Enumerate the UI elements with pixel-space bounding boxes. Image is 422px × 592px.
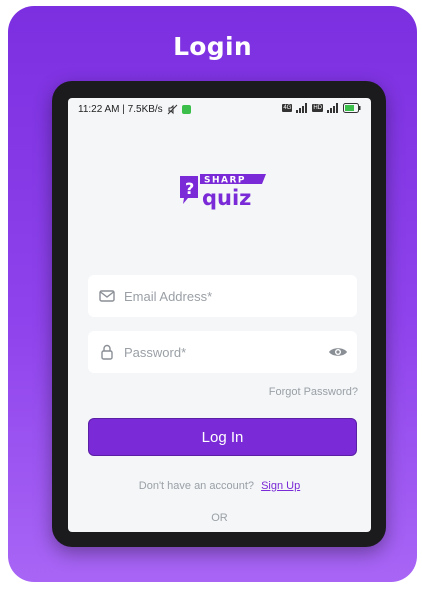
card-title: Login [173,32,252,61]
forgot-password-link[interactable]: Forgot Password? [269,386,358,398]
lock-icon [101,344,113,360]
battery-icon [343,103,361,113]
notification-icon [181,105,191,114]
login-button[interactable]: Log In [88,418,357,456]
signal-icon [296,103,308,113]
network-badge-icon-2: HD [312,104,323,112]
status-left: 11:22 AM | 7.5KB/s [78,104,191,115]
or-divider: OR [211,512,228,524]
password-field[interactable] [88,331,357,373]
login-showcase-card: Login 11:22 AM | 7.5KB/s 4G HD ? SHARP q… [8,6,417,582]
logo-mark: ? SHARP quiz [180,174,266,210]
password-input[interactable] [124,331,324,373]
signup-prompt: Don't have an account? [138,480,255,492]
status-bar: 11:22 AM | 7.5KB/s 4G HD [68,98,371,122]
status-right: 4G HD [282,103,361,113]
mute-icon [167,104,178,115]
signal-icon-2 [327,103,338,113]
svg-text:?: ? [185,179,194,198]
sharp-quiz-logo: ? SHARP quiz [178,168,270,214]
status-time-speed: 11:22 AM | 7.5KB/s [78,104,163,115]
app-screen: 11:22 AM | 7.5KB/s 4G HD ? SHARP quiz Em… [68,98,371,532]
eye-icon[interactable] [328,343,348,361]
svg-text:quiz: quiz [202,186,251,210]
mail-icon [99,290,115,302]
network-badge-icon: 4G [282,104,293,112]
signup-link[interactable]: Sign Up [261,480,300,492]
email-field[interactable] [88,275,357,317]
tablet-frame: 11:22 AM | 7.5KB/s 4G HD ? SHARP quiz Em… [52,81,386,547]
signup-row: Don't have an account? Sign Up [68,480,371,492]
svg-text:SHARP: SHARP [204,176,246,186]
email-input[interactable] [124,275,324,317]
